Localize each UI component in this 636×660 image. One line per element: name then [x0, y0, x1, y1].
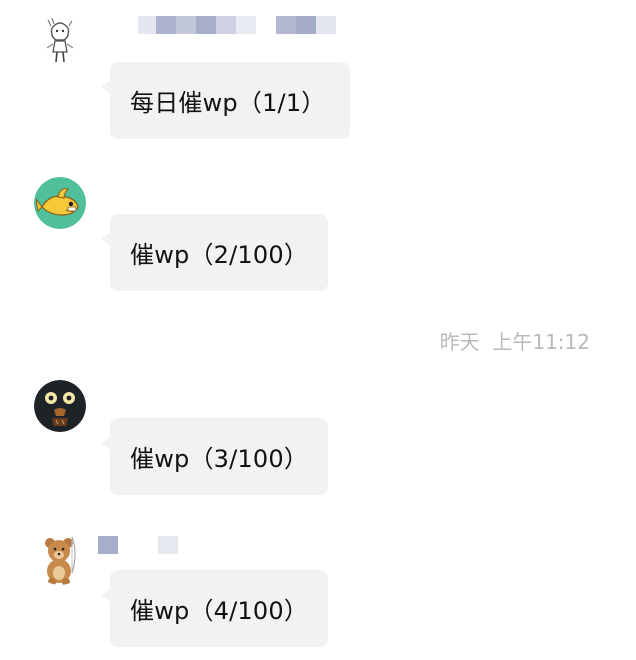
- message-timestamp: 昨天 上午11:12: [439, 330, 590, 354]
- sketch-girl-avatar[interactable]: [34, 14, 86, 66]
- sender-name-blurred: [138, 16, 336, 34]
- message-bubble[interactable]: 催wp（3/100）: [101, 418, 328, 495]
- message-text: 催wp（2/100）: [130, 241, 309, 269]
- chat-window[interactable]: 每日催wp（1/1） 催wp（2/100） 昨天 上午11:12 催wp（3/1…: [0, 0, 636, 660]
- message-bubble[interactable]: 催wp（2/100）: [101, 214, 328, 291]
- message-text: 催wp（4/100）: [130, 597, 309, 625]
- dark-bird-avatar[interactable]: [34, 380, 86, 432]
- teddy-bear-avatar[interactable]: [34, 533, 86, 585]
- message-text: 每日催wp（1/1）: [130, 89, 326, 117]
- message-bubble[interactable]: 催wp（4/100）: [101, 570, 328, 647]
- message-bubble[interactable]: 每日催wp（1/1）: [101, 62, 350, 139]
- message-text: 催wp（3/100）: [130, 445, 309, 473]
- yellow-fish-avatar[interactable]: [34, 177, 86, 229]
- sender-name-blurred: [98, 536, 178, 554]
